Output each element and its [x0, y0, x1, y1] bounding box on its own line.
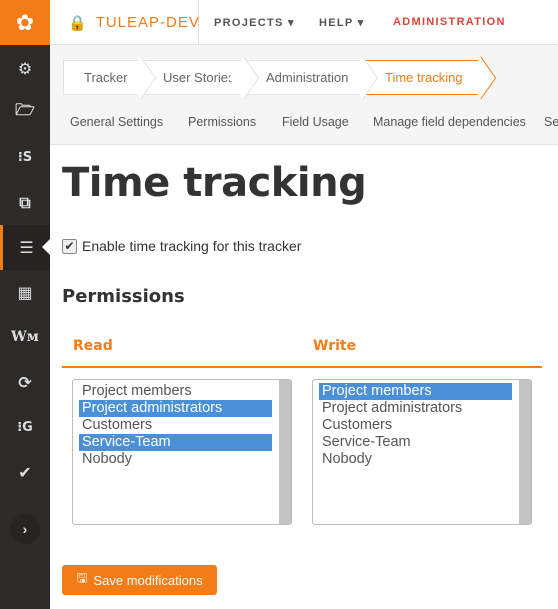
lock-icon: 🔒 — [68, 14, 88, 32]
sub-header: Trackers User Stories Administration Tim… — [50, 45, 558, 145]
sidebar: ✿ ⚙ 🗁 ⁝S ⧉ ☰ ▦ Wм ⟳ ⁝G ✔ › — [0, 0, 50, 609]
tab-more[interactable]: Se — [544, 115, 558, 129]
select-option[interactable]: Nobody — [319, 451, 512, 468]
write-permissions-select[interactable]: Project members Project administrators Cus… — [312, 379, 532, 525]
select-option[interactable]: Nobody — [79, 451, 272, 468]
select-option[interactable]: Customers — [79, 417, 272, 434]
tab-field-usage[interactable]: Field Usage — [282, 115, 349, 129]
read-heading: Read — [73, 338, 113, 354]
tracker-list-icon[interactable]: ☰ — [0, 225, 50, 270]
enable-checkbox[interactable]: ✔ — [62, 238, 77, 254]
read-permissions-select[interactable]: Project members Project administrators Cus… — [72, 379, 292, 525]
tab-general-settings[interactable]: General Settings — [70, 115, 163, 129]
project-name[interactable]: 🔒 TULEAP-DEV — [50, 0, 199, 45]
wiki-icon[interactable]: Wм — [0, 322, 50, 352]
tab-field-dependencies[interactable]: Manage field dependencies — [373, 115, 526, 129]
expand-sidebar-button[interactable]: › — [10, 514, 40, 544]
select-option[interactable]: Customers — [319, 417, 512, 434]
permissions-heading: Permissions — [62, 286, 185, 307]
select-option[interactable]: Project administrators — [79, 400, 272, 417]
divider — [62, 366, 542, 368]
enable-label: Enable time tracking for this tracker — [82, 238, 302, 254]
nav-administration[interactable]: ADMINISTRATION — [393, 16, 506, 28]
select-option[interactable]: Project members — [79, 383, 272, 400]
save-button[interactable]: 🖫 Save modifications — [62, 565, 217, 595]
tab-permissions[interactable]: Permissions — [188, 115, 256, 129]
floppy-icon: 🖫 — [76, 570, 88, 585]
top-bar: 🔒 TULEAP-DEV PROJECTS ▾ HELP ▾ ADMINISTRA… — [50, 0, 558, 45]
check-icon[interactable]: ✔ — [0, 457, 50, 487]
gitlab-icon[interactable]: ⁝G — [0, 412, 50, 442]
page-title: Time tracking — [62, 160, 367, 206]
tuleap-logo[interactable]: ✿ — [0, 0, 50, 45]
git-icon[interactable]: ⁝S — [0, 142, 50, 172]
table-icon[interactable]: ▦ — [0, 277, 50, 307]
nav-help[interactable]: HELP ▾ — [319, 16, 365, 29]
documents-icon[interactable]: ⧉ — [0, 188, 50, 218]
nav-projects[interactable]: PROJECTS ▾ — [214, 16, 295, 29]
select-option[interactable]: Project administrators — [319, 400, 512, 417]
enable-time-tracking[interactable]: ✔ Enable time tracking for this tracker — [62, 238, 301, 254]
gears-icon[interactable]: ⚙ — [0, 53, 50, 83]
select-option[interactable]: Service-Team — [79, 434, 272, 451]
select-option[interactable]: Service-Team — [319, 434, 512, 451]
select-option[interactable]: Project members — [319, 383, 512, 400]
breadcrumb-administration[interactable]: Administration — [245, 60, 364, 95]
folder-open-icon[interactable]: 🗁 — [0, 97, 50, 127]
breadcrumb-user-stories[interactable]: User Stories — [142, 60, 245, 95]
refresh-icon[interactable]: ⟳ — [0, 367, 50, 397]
breadcrumb-time-tracking[interactable]: Time tracking — [364, 60, 482, 95]
write-heading: Write — [313, 338, 357, 354]
breadcrumb-trackers[interactable]: Trackers — [63, 60, 142, 95]
